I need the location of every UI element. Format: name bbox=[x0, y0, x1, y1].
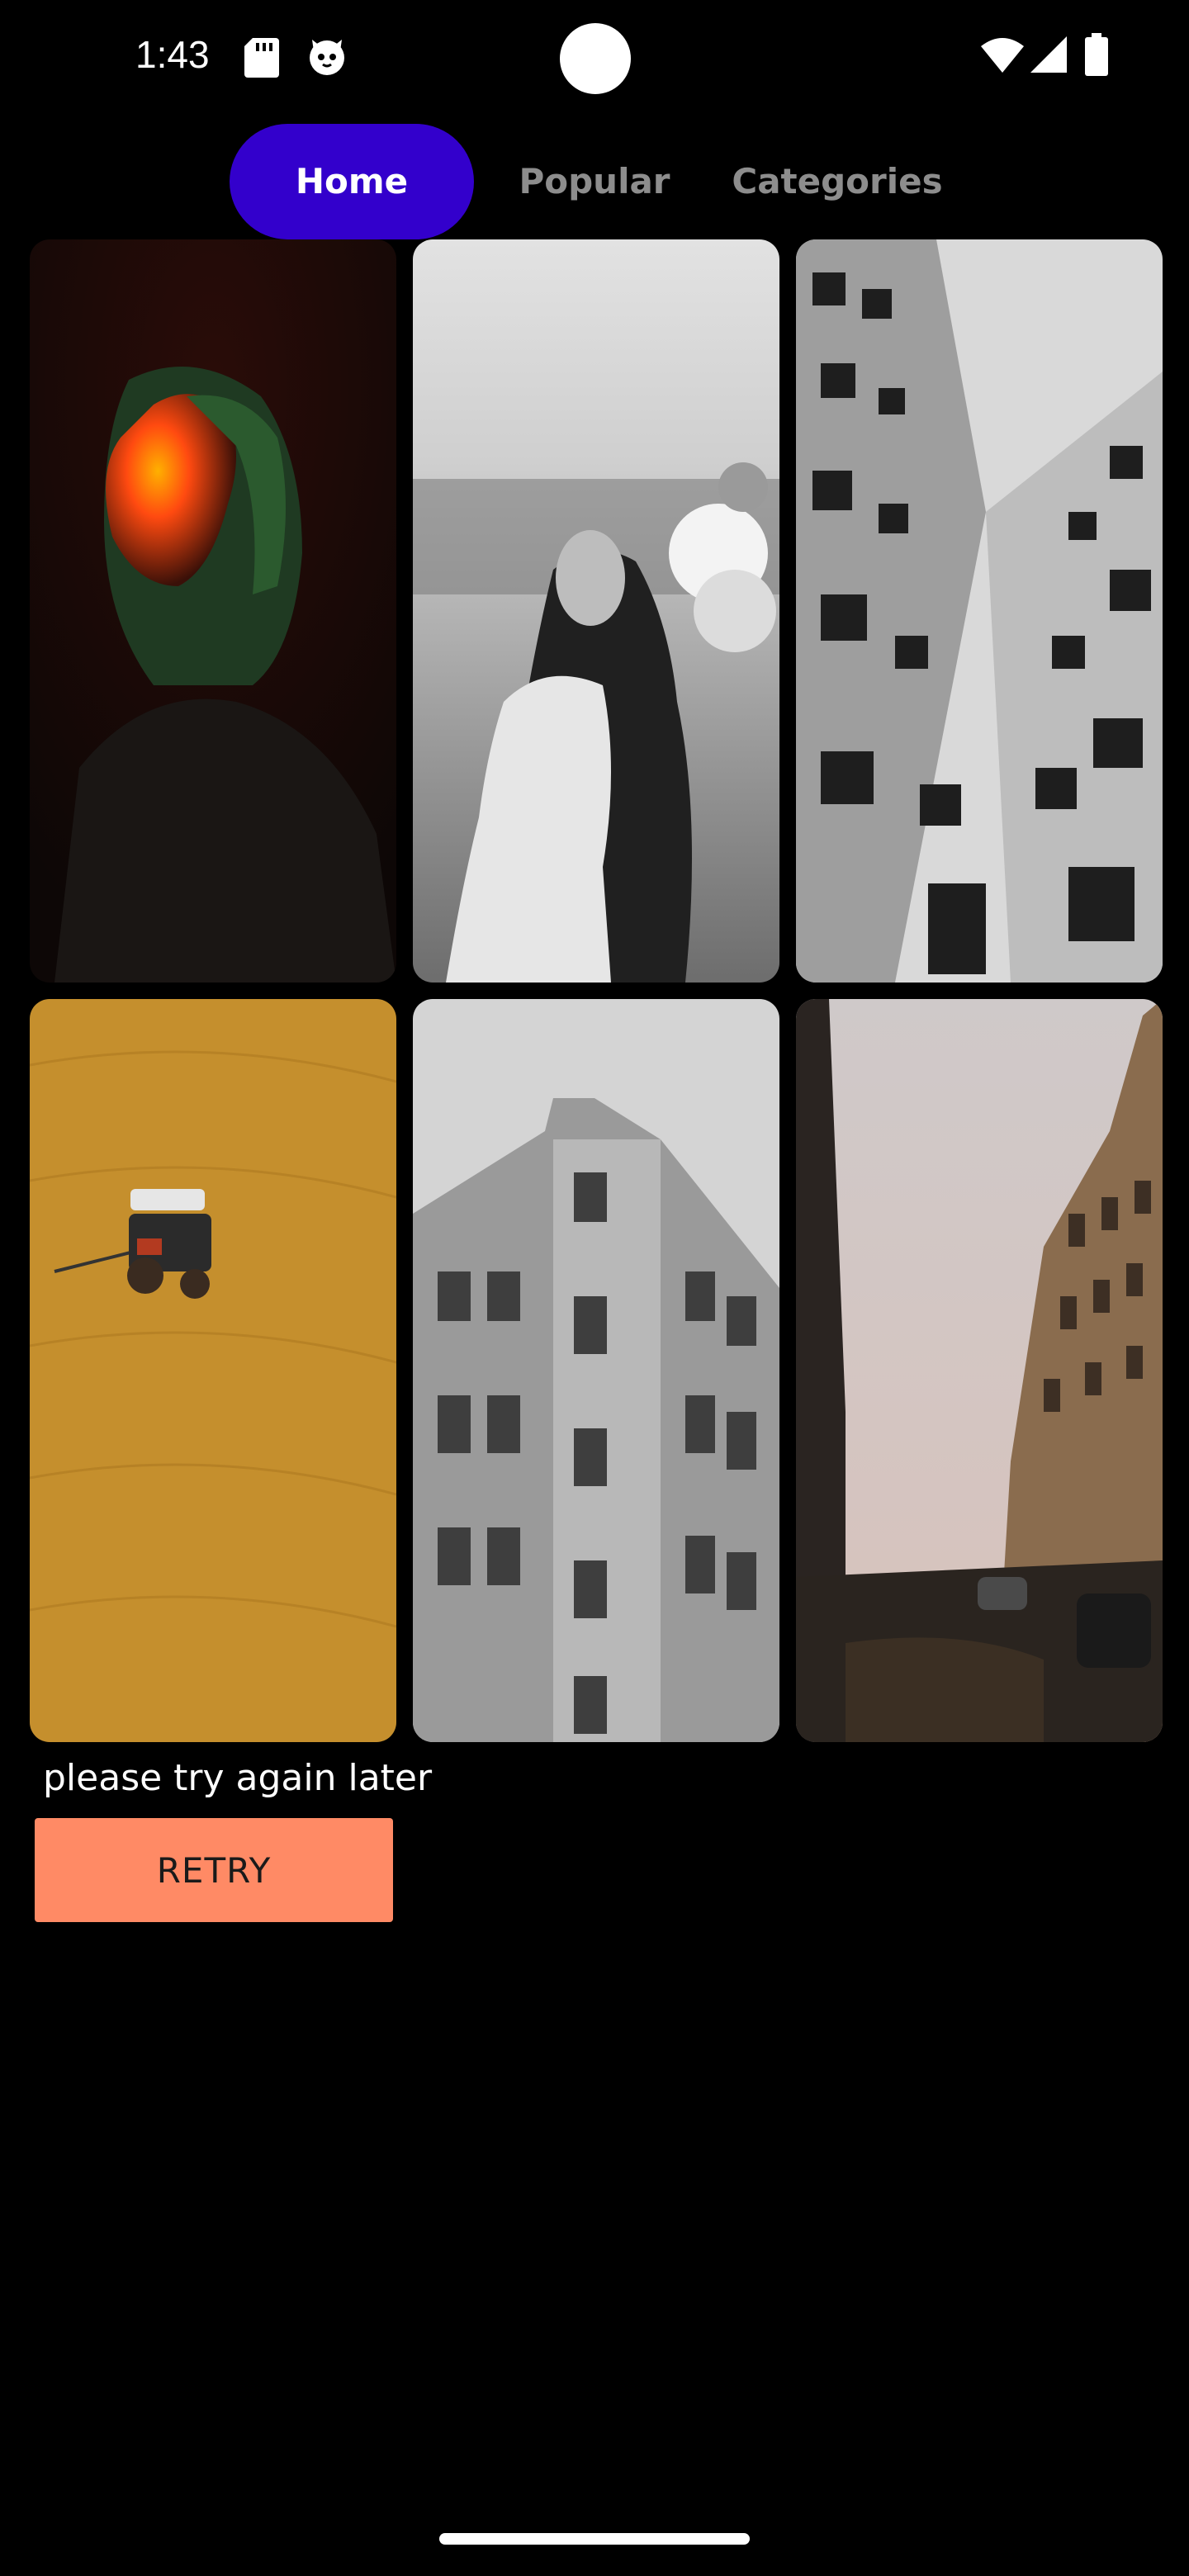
woman-with-flowers-bw-image bbox=[413, 239, 779, 983]
home-indicator[interactable] bbox=[439, 2533, 750, 2545]
battery-icon bbox=[1085, 33, 1108, 76]
sd-card-icon bbox=[244, 38, 279, 78]
tab-home[interactable]: Home bbox=[230, 124, 474, 239]
signal-icon bbox=[1030, 36, 1067, 73]
wallpaper-tile[interactable] bbox=[413, 239, 779, 983]
cat-face-icon bbox=[310, 40, 344, 75]
status-bar: 1:43 bbox=[0, 0, 1189, 116]
ornate-building-bw-image bbox=[413, 999, 779, 1742]
camera-cutout bbox=[560, 23, 631, 94]
wallpaper-tile[interactable] bbox=[30, 999, 396, 1742]
wallpaper-tile[interactable] bbox=[796, 239, 1163, 983]
building-facade-perspective-image bbox=[796, 239, 1163, 983]
error-message: please try again later bbox=[43, 1757, 433, 1799]
retry-button[interactable]: RETRY bbox=[35, 1818, 393, 1922]
tab-popular[interactable]: Popular bbox=[499, 124, 690, 239]
woman-red-light-portrait-image bbox=[30, 239, 396, 983]
status-time: 1:43 bbox=[135, 33, 210, 76]
city-street-at-dusk-image bbox=[796, 999, 1163, 1742]
tractor-on-sand-field-image bbox=[30, 999, 396, 1742]
wallpaper-grid bbox=[30, 239, 1163, 1742]
wifi-icon bbox=[981, 38, 1024, 73]
wallpaper-tile[interactable] bbox=[796, 999, 1163, 1742]
tab-bar: Home Popular Categories bbox=[0, 124, 1189, 239]
wallpaper-tile[interactable] bbox=[413, 999, 779, 1742]
wallpaper-tile[interactable] bbox=[30, 239, 396, 983]
tab-categories[interactable]: Categories bbox=[723, 124, 951, 239]
